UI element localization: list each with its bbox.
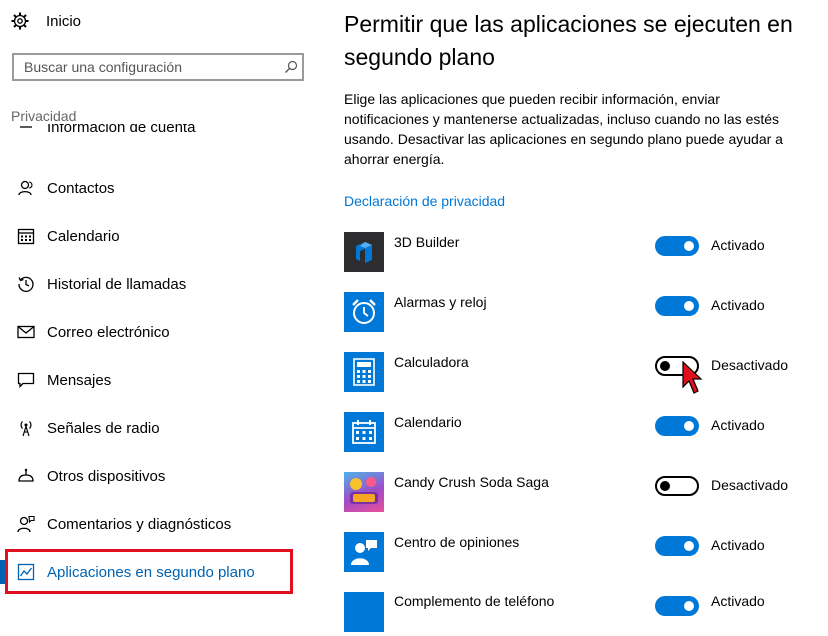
app-name: Alarmas y reloj: [394, 294, 487, 310]
contacts-icon: [16, 178, 36, 198]
app-name: Centro de opiniones: [394, 534, 520, 550]
page-title: Permitir que las aplicaciones se ejecute…: [344, 11, 793, 70]
app-name: Calendario: [394, 414, 462, 430]
highlight-box: [5, 549, 293, 594]
sidebar-item-label: Señales de radio: [47, 419, 160, 437]
sidebar-item-label: Otros dispositivos: [47, 467, 166, 485]
sidebar-item-label: Información de cuenta: [47, 124, 196, 136]
feedback-icon: [16, 514, 36, 534]
background-toggle[interactable]: [655, 296, 699, 316]
3d-builder-icon: [344, 232, 384, 272]
sidebar-item-contacts[interactable]: Contactos: [0, 168, 300, 208]
toggle-state-label: Activado: [711, 537, 765, 553]
gear-icon: [10, 11, 30, 31]
radio-antenna-icon: [16, 418, 36, 438]
toggle-state-label: Desactivado: [711, 477, 789, 493]
background-toggle[interactable]: [655, 596, 699, 616]
app-row: Calendario Activado: [344, 412, 814, 456]
sidebar-item-feedback[interactable]: Comentarios y diagnósticos: [0, 504, 300, 544]
phone-companion-icon: [344, 592, 384, 632]
toggle-knob: [684, 541, 694, 551]
toggle-knob: [684, 301, 694, 311]
sidebar-item-label: Calendario: [47, 227, 120, 245]
app-row: Alarmas y reloj Activado: [344, 292, 814, 336]
toggle-state-label: Activado: [711, 417, 765, 433]
search-icon[interactable]: [280, 60, 302, 74]
background-toggle[interactable]: [655, 236, 699, 256]
background-toggle[interactable]: [655, 536, 699, 556]
search-box[interactable]: [12, 53, 304, 81]
privacy-statement-link[interactable]: Declaración de privacidad: [344, 193, 505, 209]
app-row: Complemento de teléfono Activado: [344, 592, 814, 636]
app-name: Candy Crush Soda Saga: [394, 474, 549, 490]
sidebar-item-label: Correo electrónico: [47, 323, 170, 341]
app-row: 3D Builder Activado: [344, 232, 814, 276]
devices-icon: [16, 466, 36, 486]
toggle-state-label: Activado: [711, 237, 765, 253]
sidebar-item-calendar[interactable]: Calendario: [0, 216, 300, 256]
toggle-knob: [684, 241, 694, 251]
main-content: Permitir que las aplicaciones se ejecute…: [344, 0, 824, 632]
toggle-knob: [684, 601, 694, 611]
app-row: Calculadora Desactivado: [344, 352, 814, 396]
account-card-icon: [16, 124, 36, 138]
sidebar-item-label: Historial de llamadas: [47, 275, 187, 293]
sidebar-item-label: Comentarios y diagnósticos: [47, 515, 232, 533]
sidebar-item-other-devices[interactable]: Otros dispositivos: [0, 456, 300, 496]
mouse-cursor-icon: [682, 361, 703, 394]
sidebar-item-email[interactable]: Correo electrónico: [0, 312, 300, 352]
app-name: Complemento de teléfono: [394, 593, 555, 609]
toggle-state-label: Activado: [711, 593, 765, 609]
sidebar-item-label: Contactos: [47, 179, 115, 197]
home-link[interactable]: Inicio: [10, 8, 81, 34]
section-label: Privacidad: [11, 108, 77, 124]
candy-crush-icon: [344, 472, 384, 512]
calendar-app-icon: [344, 412, 384, 452]
app-row: Centro de opiniones Activado: [344, 532, 814, 576]
background-toggle[interactable]: [655, 416, 699, 436]
app-row: Candy Crush Soda Saga Desactivado: [344, 472, 814, 516]
sidebar-item-messages[interactable]: Mensajes: [0, 360, 300, 400]
background-toggle[interactable]: [655, 476, 699, 496]
calendar-icon: [16, 226, 36, 246]
mail-icon: [16, 322, 36, 342]
history-icon: [16, 274, 36, 294]
home-label: Inicio: [46, 12, 82, 30]
alarm-clock-icon: [344, 292, 384, 332]
app-name: 3D Builder: [394, 234, 460, 250]
toggle-state-label: Activado: [711, 297, 765, 313]
toggle-knob: [660, 481, 670, 491]
sidebar-item-radio[interactable]: Señales de radio: [0, 408, 300, 448]
search-input[interactable]: [14, 58, 280, 76]
toggle-state-label: Desactivado: [711, 357, 789, 373]
sidebar-item-label: Mensajes: [47, 371, 112, 389]
sidebar-item-account-info[interactable]: Información de cuenta: [0, 124, 300, 150]
sidebar-item-call-history[interactable]: Historial de llamadas: [0, 264, 300, 304]
feedback-hub-icon: [344, 532, 384, 572]
toggle-knob: [684, 421, 694, 431]
calculator-icon: [344, 352, 384, 392]
toggle-knob: [660, 361, 670, 371]
app-name: Calculadora: [394, 354, 469, 370]
page-description: Elige las aplicaciones que pueden recibi…: [344, 91, 783, 167]
message-icon: [16, 370, 36, 390]
sidebar: Inicio Privacidad Información de cuenta …: [0, 0, 320, 600]
